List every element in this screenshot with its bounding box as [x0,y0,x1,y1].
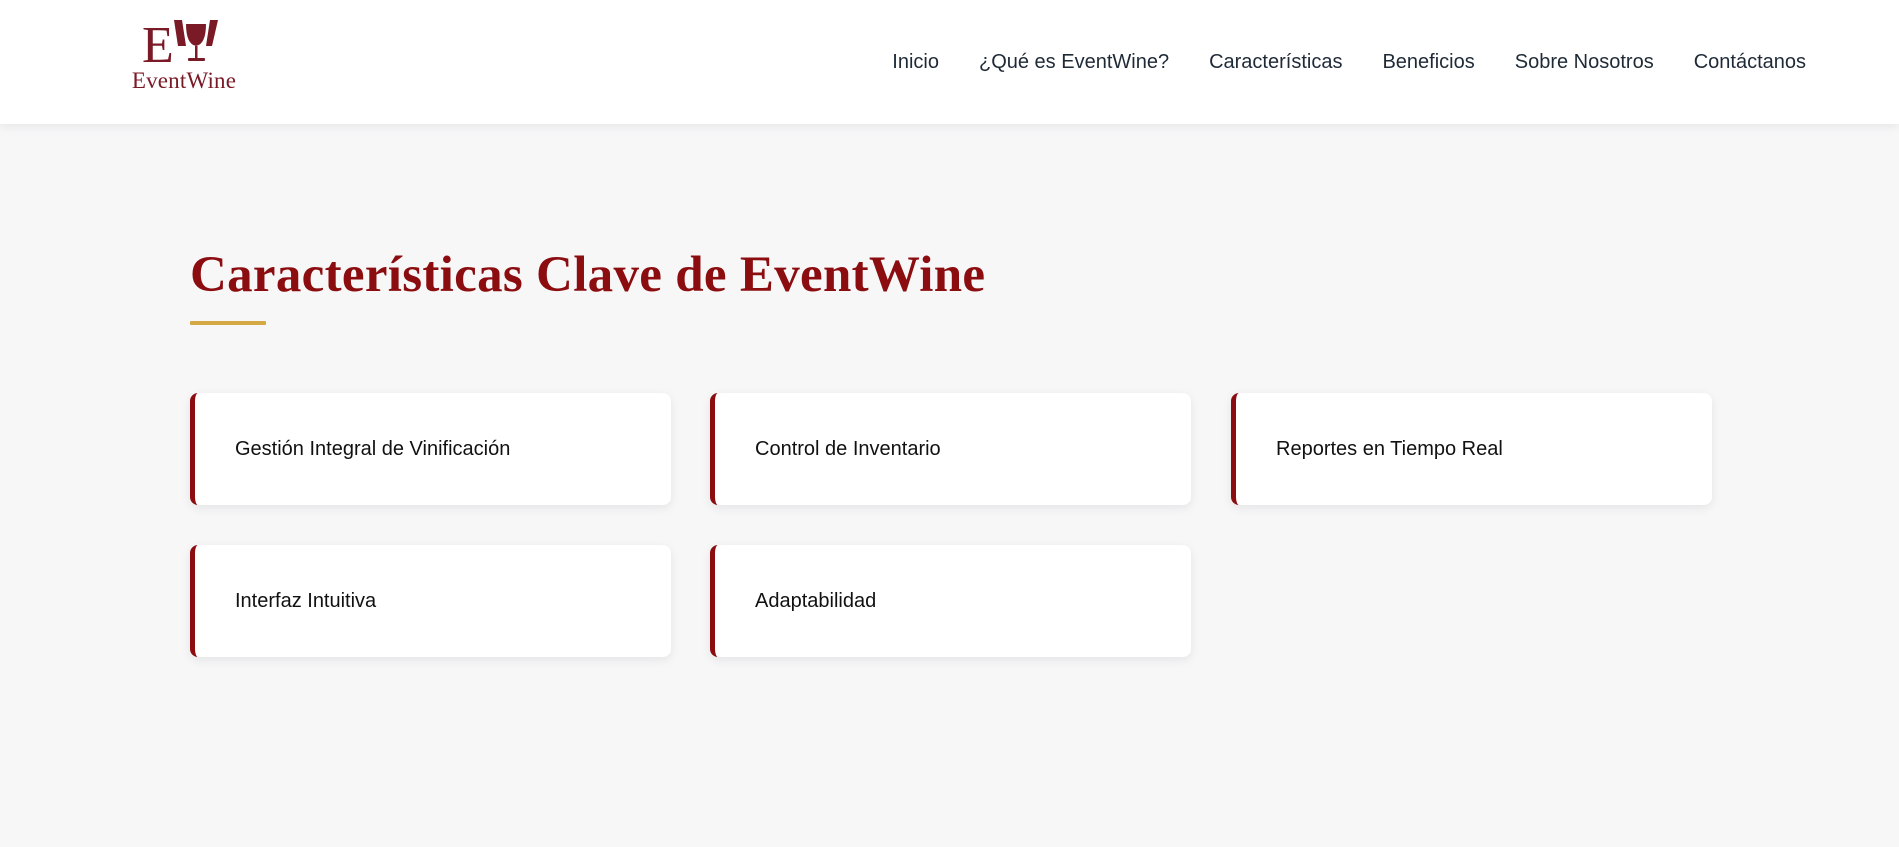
nav-link-beneficios[interactable]: Beneficios [1382,51,1474,74]
title-underline [190,321,266,325]
feature-card-gestion: Gestión Integral de Vinificación [190,393,671,505]
site-header: E EventWine Inicio ¿Qué es EventWine? Ca… [0,0,1899,124]
svg-text:E: E [142,17,174,66]
nav-link-sobre-nosotros[interactable]: Sobre Nosotros [1515,51,1654,74]
feature-card-label: Adaptabilidad [755,589,877,612]
feature-card-adaptabilidad: Adaptabilidad [710,545,1191,657]
section-title: Características Clave de EventWine [190,247,986,303]
feature-card-interfaz: Interfaz Intuitiva [190,545,671,657]
nav-link-inicio[interactable]: Inicio [892,51,939,74]
feature-card-label: Control de Inventario [755,437,941,460]
feature-card-reportes: Reportes en Tiempo Real [1231,393,1712,505]
nav-link-caracteristicas[interactable]: Características [1209,51,1342,74]
eventwine-monogram-icon: E [142,17,218,66]
logo-wordmark: EventWine [131,68,237,93]
feature-card-label: Reportes en Tiempo Real [1276,437,1503,460]
nav-link-que-es[interactable]: ¿Qué es EventWine? [979,51,1169,74]
eventwine-logo[interactable]: E EventWine [122,16,246,96]
feature-card-label: Interfaz Intuitiva [235,589,377,612]
nav-link-contactanos[interactable]: Contáctanos [1694,51,1806,74]
main-nav: Inicio ¿Qué es EventWine? Característica… [852,51,1806,74]
feature-card-label: Gestión Integral de Vinificación [235,437,511,460]
feature-card-inventario: Control de Inventario [710,393,1191,505]
